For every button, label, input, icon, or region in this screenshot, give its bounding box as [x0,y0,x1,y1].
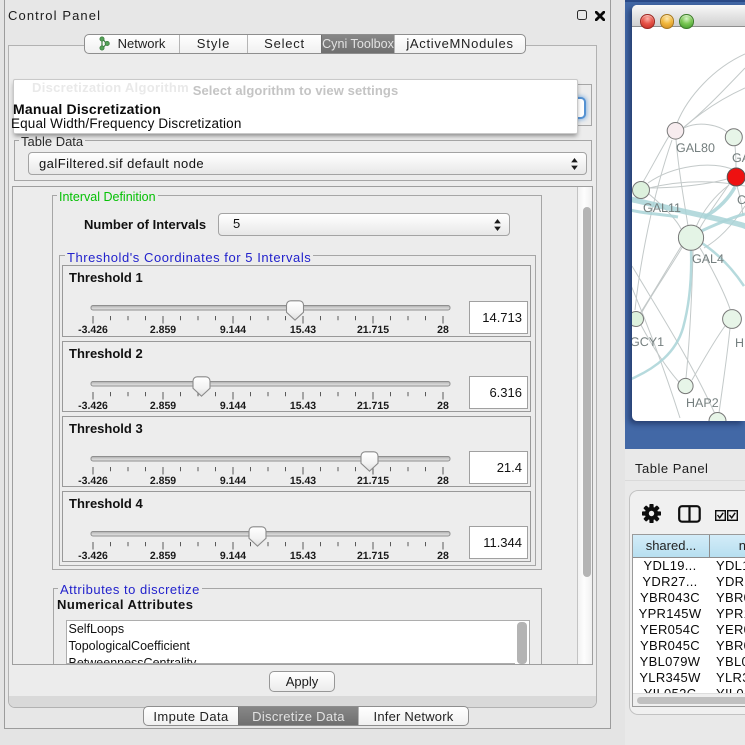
svg-text:9.144: 9.144 [220,550,246,562]
svg-text:GAL: GAL [732,151,745,165]
svg-text:21.715: 21.715 [357,400,389,412]
svg-text:2.859: 2.859 [150,400,176,412]
svg-text:GAL4: GAL4 [692,252,724,266]
svg-text:2.859: 2.859 [150,550,176,562]
svg-text:2.859: 2.859 [150,324,176,336]
svg-text:28: 28 [437,324,449,336]
svg-text:-3.426: -3.426 [78,475,108,487]
svg-text:HAP2: HAP2 [686,396,719,410]
svg-text:GAL11: GAL11 [643,201,681,215]
svg-text:15.43: 15.43 [290,324,316,336]
svg-text:28: 28 [437,550,449,562]
svg-text:CY: CY [737,193,745,207]
svg-text:2.859: 2.859 [150,475,176,487]
svg-text:28: 28 [437,400,449,412]
svg-text:9.144: 9.144 [220,475,246,487]
svg-text:15.43: 15.43 [290,475,316,487]
svg-text:21.715: 21.715 [357,324,389,336]
svg-text:-3.426: -3.426 [78,550,108,562]
svg-text:9.144: 9.144 [220,324,246,336]
svg-text:9.144: 9.144 [220,400,246,412]
svg-text:GCY1: GCY1 [632,335,664,349]
svg-text:21.715: 21.715 [357,550,389,562]
svg-text:HIS: HIS [735,336,745,350]
svg-text:15.43: 15.43 [290,550,316,562]
svg-text:15.43: 15.43 [290,400,316,412]
svg-text:-3.426: -3.426 [78,400,108,412]
svg-text:-3.426: -3.426 [78,324,108,336]
svg-text:21.715: 21.715 [357,475,389,487]
svg-text:28: 28 [437,475,449,487]
svg-text:GAL80: GAL80 [676,141,715,155]
